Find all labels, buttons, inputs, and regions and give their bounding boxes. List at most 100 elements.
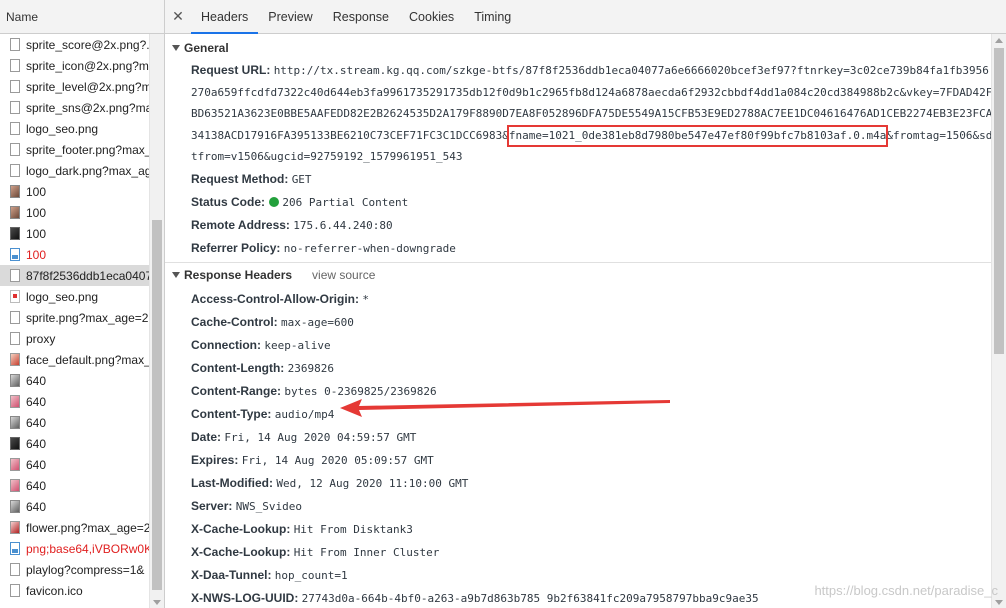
header-value: 27743d0a-664b-4bf0-a263-a9b7d863b785 9b2… — [301, 591, 759, 605]
request-row[interactable]: 640 — [0, 412, 150, 433]
file-icon — [10, 164, 20, 177]
header-value: audio/mp4 — [274, 407, 335, 421]
scroll-up-arrow-icon[interactable] — [995, 38, 1003, 43]
request-method-row: Request Method: GET — [165, 168, 991, 191]
request-row[interactable]: 100 — [0, 181, 150, 202]
request-row[interactable]: sprite_footer.png?max_ — [0, 139, 150, 160]
request-row[interactable]: sprite.png?max_age=2 — [0, 307, 150, 328]
file-icon — [10, 290, 20, 303]
status-ok-dot-icon — [269, 196, 280, 207]
file-icon — [10, 311, 20, 324]
request-details-panel: ✕ Headers Preview Response Cookies Timin… — [165, 0, 1006, 608]
request-row[interactable]: favicon.ico — [0, 580, 150, 601]
tab-response[interactable]: Response — [323, 0, 399, 33]
request-row[interactable]: 87f8f2536ddb1eca0407 — [0, 265, 150, 286]
file-icon — [10, 80, 20, 93]
tab-timing[interactable]: Timing — [464, 0, 521, 33]
details-scrollbar[interactable] — [991, 34, 1006, 608]
request-row[interactable]: logo_seo.png — [0, 118, 150, 139]
network-request-list: Name sprite_score@2x.png?... sprite_icon@… — [0, 0, 165, 608]
view-source-link[interactable]: view source — [312, 268, 375, 282]
request-row[interactable]: 100 — [0, 202, 150, 223]
request-row[interactable]: sprite_icon@2x.png?ma — [0, 55, 150, 76]
image-icon — [10, 227, 20, 240]
response-header-row: Content-Length: 2369826 — [165, 357, 991, 380]
remote-address-value: 175.6.44.240:80 — [293, 218, 393, 232]
tab-label: Timing — [474, 9, 512, 24]
header-key: Date: — [191, 429, 222, 444]
scrollbar-thumb[interactable] — [152, 220, 162, 590]
request-name: logo_dark.png?max_ag — [26, 163, 150, 178]
header-value: NWS_Svideo — [235, 499, 302, 513]
response-header-row: Server: NWS_Svideo — [165, 495, 991, 518]
general-section-toggle[interactable]: General — [165, 35, 991, 60]
response-header-row: X-Cache-Lookup: Hit From Disktank3 — [165, 518, 991, 541]
request-row[interactable]: png;base64,iVBORw0K — [0, 538, 150, 559]
file-icon — [10, 59, 20, 72]
request-row[interactable]: 640 — [0, 454, 150, 475]
name-column-header[interactable]: Name — [0, 0, 164, 34]
request-row[interactable]: 640 — [0, 391, 150, 412]
request-name: face_default.png?max_ — [26, 352, 150, 367]
close-icon[interactable]: ✕ — [165, 0, 191, 33]
image-icon — [10, 437, 20, 450]
request-name: sprite_level@2x.png?m — [26, 79, 150, 94]
scroll-down-arrow-icon[interactable] — [153, 600, 161, 605]
request-row[interactable]: sprite_sns@2x.png?ma — [0, 97, 150, 118]
request-name: sprite.png?max_age=2 — [26, 310, 149, 325]
tab-preview[interactable]: Preview — [258, 0, 322, 33]
request-name: sprite_icon@2x.png?ma — [26, 58, 150, 73]
tab-headers[interactable]: Headers — [191, 0, 259, 34]
request-name: 640 — [26, 394, 47, 409]
request-url-value-line: http://tx.stream.kg.qq.com/szkge-btfs/87… — [273, 64, 989, 77]
response-header-row: X-Cache-Lookup: Hit From Inner Cluster — [165, 541, 991, 564]
request-row[interactable]: 640 — [0, 433, 150, 454]
request-row[interactable]: 640 — [0, 475, 150, 496]
tab-cookies[interactable]: Cookies — [399, 0, 464, 33]
header-value: Hit From Inner Cluster — [293, 545, 440, 559]
request-row[interactable]: 640 — [0, 496, 150, 517]
request-row[interactable]: logo_dark.png?max_ag — [0, 160, 150, 181]
image-icon — [10, 395, 20, 408]
watermark: https://blog.csdn.net/paradise_c — [814, 583, 998, 598]
request-row[interactable]: sprite_score@2x.png?... — [0, 34, 150, 55]
scroll-down-arrow-icon[interactable] — [995, 600, 1003, 605]
request-row[interactable]: sprite_level@2x.png?m — [0, 76, 150, 97]
request-row[interactable]: flower.png?max_age=2 — [0, 517, 150, 538]
request-row[interactable]: face_default.png?max_ — [0, 349, 150, 370]
request-name: 640 — [26, 415, 47, 430]
image-icon — [10, 416, 20, 429]
header-value: * — [362, 292, 369, 306]
request-name: flower.png?max_age=2 — [26, 520, 150, 535]
response-headers-section-toggle[interactable]: Response Headers view source — [165, 263, 991, 288]
file-icon — [10, 269, 20, 282]
expand-triangle-icon — [172, 272, 180, 278]
file-icon — [10, 584, 20, 597]
scrollbar-thumb[interactable] — [994, 48, 1004, 354]
request-row[interactable]: playlog?compress=1& — [0, 559, 150, 580]
request-name: logo_seo.png — [26, 289, 99, 304]
header-key: Connection: — [191, 337, 261, 352]
request-list-scrollbar[interactable] — [149, 34, 164, 608]
header-key: Expires: — [191, 452, 239, 467]
request-url-value-line: BD63521A3623E0BBE5AAFEDD82E2B2624535D2A1… — [191, 107, 991, 120]
request-name: 100 — [26, 247, 47, 262]
request-row[interactable]: 100 — [0, 223, 150, 244]
request-name: sprite_score@2x.png?... — [26, 37, 150, 52]
request-row[interactable]: proxy — [0, 328, 150, 349]
header-key: Last-Modified: — [191, 475, 273, 490]
request-name: proxy — [26, 331, 56, 346]
header-key: X-Cache-Lookup: — [191, 544, 291, 559]
file-icon — [10, 143, 20, 156]
request-row[interactable]: 640 — [0, 370, 150, 391]
request-url-value-line: 34138ACD17916FA395133BE6210C73CEF71FC3C1… — [191, 128, 991, 142]
header-key: Cache-Control: — [191, 314, 278, 329]
request-url-value-line: 270a659ffcdfd7322c40d644eb3fa99617352917… — [191, 85, 991, 99]
response-headers-title: Response Headers — [184, 268, 293, 282]
file-icon — [10, 122, 20, 135]
header-value: Fri, 14 Aug 2020 04:59:57 GMT — [224, 430, 417, 444]
request-row[interactable]: logo_seo.png — [0, 286, 150, 307]
header-key: X-NWS-LOG-UUID: — [191, 590, 299, 605]
header-key: Content-Length: — [191, 360, 285, 375]
request-row[interactable]: 100 — [0, 244, 150, 265]
